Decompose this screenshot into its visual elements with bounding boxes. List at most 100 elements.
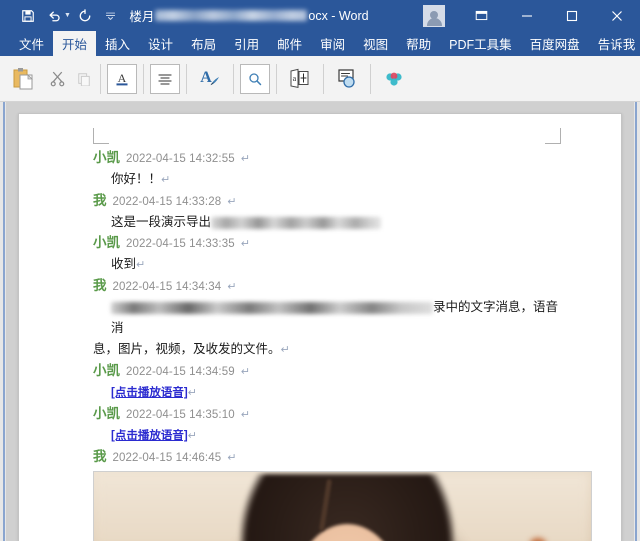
tab-insert[interactable]: 插入 <box>96 31 139 56</box>
message-timestamp: 2022-04-15 14:33:28 <box>112 196 222 208</box>
undo-dropdown-caret[interactable]: ▼ <box>64 12 71 19</box>
message-timestamp: 2022-04-15 14:33:35 <box>126 238 235 250</box>
message-sender: 我 <box>93 449 107 464</box>
play-voice-link[interactable]: [点击播放语音] <box>111 387 188 399</box>
font-icon[interactable]: A <box>107 63 137 94</box>
paragraph-icon[interactable] <box>150 63 180 94</box>
message-text: 收到 <box>111 257 137 271</box>
paragraph-mark: ↵ <box>136 259 146 271</box>
translate-icon[interactable]: a <box>283 62 317 96</box>
message-header: 小凯 2022-04-15 14:34:59 ↵ <box>93 361 561 382</box>
message-timestamp: 2022-04-15 14:46:45 <box>112 452 222 464</box>
margin-mark-top-right <box>545 128 561 144</box>
message-timestamp: 2022-04-15 14:32:55 <box>126 153 235 165</box>
title-redacted <box>155 10 308 21</box>
close-icon[interactable] <box>594 0 640 31</box>
tab-home[interactable]: 开始 <box>53 31 97 56</box>
review-icon[interactable] <box>330 62 364 96</box>
review-group <box>324 56 370 102</box>
clipboard-group <box>0 56 100 102</box>
svg-text:A: A <box>118 71 127 85</box>
paragraph-mark: ↵ <box>240 409 250 421</box>
message-body-line2: 息，图片，视频，及收发的文件。↵ <box>93 339 561 361</box>
left-rail <box>0 102 6 541</box>
message-header: 我 2022-04-15 14:34:34 ↵ <box>93 276 561 297</box>
save-icon[interactable] <box>16 5 40 27</box>
avatar[interactable] <box>423 4 445 27</box>
svg-text:a: a <box>293 74 297 83</box>
title-bar: ▼ 楼月 ocx - Word <box>0 0 640 31</box>
paragraph-mark: ↵ <box>187 430 197 442</box>
message-header: 小凯 2022-04-15 14:33:35 ↵ <box>93 233 561 254</box>
document-content: 小凯 2022-04-15 14:32:55 ↵ 你好！！↵ 我 2022-04… <box>93 148 592 541</box>
ribbon-tab-row: 文件 开始 插入 设计 布局 引用 邮件 审阅 视图 帮助 PDF工具集 百度网… <box>0 31 640 56</box>
message-header: 小凯 2022-04-15 14:35:10 ↵ <box>93 404 561 425</box>
tab-help[interactable]: 帮助 <box>397 31 440 56</box>
message-sender: 我 <box>93 278 107 293</box>
tab-references[interactable]: 引用 <box>225 31 268 56</box>
message-sender: 我 <box>93 193 107 208</box>
message-sender: 小凯 <box>93 235 120 250</box>
styles-icon[interactable]: A <box>193 62 227 96</box>
minimize-icon[interactable] <box>504 0 549 31</box>
message-header: 小凯 2022-04-15 14:32:55 ↵ <box>93 148 561 169</box>
paragraph-mark: ↵ <box>227 452 237 464</box>
window-controls <box>423 0 640 31</box>
message-text: 这是一段演示导出 <box>111 215 212 229</box>
message-sender: 小凯 <box>93 406 120 421</box>
message-header: 我 2022-04-15 14:33:28 ↵ <box>93 191 561 212</box>
play-voice-link[interactable]: [点击播放语音] <box>111 430 188 442</box>
tab-pdf-tools[interactable]: PDF工具集 <box>440 31 521 56</box>
undo-icon[interactable] <box>42 5 66 27</box>
tab-layout[interactable]: 布局 <box>182 31 225 56</box>
netdisk-icon[interactable] <box>377 62 411 96</box>
paragraph-mark: ↵ <box>227 196 237 208</box>
right-rail <box>634 102 640 541</box>
styles-group: A <box>187 56 233 102</box>
paragraph-mark: ↵ <box>240 238 250 250</box>
tab-baidu-netdisk[interactable]: 百度网盘 <box>521 31 589 56</box>
message-timestamp: 2022-04-15 14:34:59 <box>126 366 235 378</box>
message-sender: 小凯 <box>93 363 120 378</box>
paragraph-mark: ↵ <box>240 366 250 378</box>
tab-file[interactable]: 文件 <box>10 31 53 56</box>
redacted-text <box>111 301 433 314</box>
document-page[interactable]: 小凯 2022-04-15 14:32:55 ↵ 你好！！↵ 我 2022-04… <box>18 113 622 541</box>
svg-text:A: A <box>200 69 212 86</box>
message-body: 录中的文字消息，语音消 <box>93 297 561 339</box>
margin-mark-top-left <box>93 128 109 144</box>
message-body: [点击播放语音]↵ <box>93 382 561 404</box>
message-body: 收到↵ <box>93 254 561 276</box>
message-timestamp: 2022-04-15 14:35:10 <box>126 409 235 421</box>
ribbon-display-options-icon[interactable] <box>459 0 504 31</box>
editing-group <box>234 56 276 102</box>
message-photo[interactable] <box>93 471 592 541</box>
message-sender: 小凯 <box>93 150 120 165</box>
tab-tell-me[interactable]: 告诉我 <box>589 31 640 56</box>
title-suffix: ocx - Word <box>308 8 369 23</box>
message-header: 我 2022-04-15 14:46:45 ↵ <box>93 447 561 468</box>
message-body: [点击播放语音]↵ <box>93 425 561 447</box>
tab-mailings[interactable]: 邮件 <box>268 31 311 56</box>
document-workspace[interactable]: 小凯 2022-04-15 14:32:55 ↵ 你好！！↵ 我 2022-04… <box>0 102 640 541</box>
paragraph-mark: ↵ <box>280 344 290 356</box>
translate-group: a <box>277 56 323 102</box>
message-body: 这是一段演示导出 <box>93 212 561 233</box>
title-prefix: 楼月 <box>129 10 155 24</box>
message-text: 你好！！ <box>111 172 162 186</box>
font-group: A <box>101 56 143 102</box>
netdisk-group <box>371 56 417 102</box>
paste-icon[interactable] <box>6 62 40 96</box>
ribbon-toolbar: A A a <box>0 56 640 102</box>
find-icon[interactable] <box>240 63 270 94</box>
message-text-line2: 息，图片，视频，及收发的文件。 <box>93 342 281 356</box>
paragraph-mark: ↵ <box>187 387 197 399</box>
cut-icon[interactable] <box>40 62 74 96</box>
tab-view[interactable]: 视图 <box>354 31 397 56</box>
copy-icon[interactable] <box>74 62 94 96</box>
message-body: 你好！！↵ <box>93 169 561 191</box>
tab-design[interactable]: 设计 <box>139 31 182 56</box>
paragraph-group <box>144 56 186 102</box>
maximize-icon[interactable] <box>549 0 594 31</box>
tab-review[interactable]: 审阅 <box>311 31 354 56</box>
